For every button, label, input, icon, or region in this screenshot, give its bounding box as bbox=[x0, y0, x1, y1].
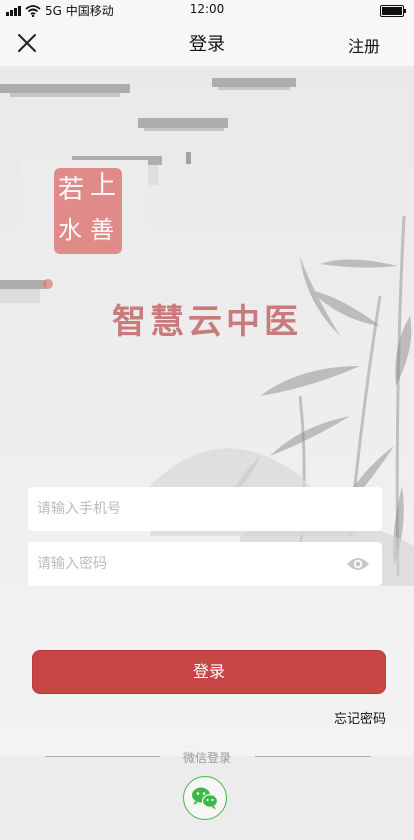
phone-field[interactable] bbox=[28, 487, 382, 531]
wechat-login-section: 微信登录 bbox=[0, 751, 414, 840]
wechat-login-label: 微信登录 bbox=[182, 751, 231, 765]
battery-icon bbox=[380, 5, 406, 17]
status-bar: 5G 中国移动 12:00 bbox=[0, 0, 414, 20]
logo-seal: 若 上 水 善 bbox=[20, 160, 148, 260]
svg-text:善: 善 bbox=[90, 216, 114, 244]
svg-text:若: 若 bbox=[58, 175, 84, 205]
svg-text:上: 上 bbox=[90, 171, 116, 201]
eye-icon[interactable] bbox=[346, 555, 370, 573]
svg-text:水: 水 bbox=[58, 216, 82, 244]
wechat-icon bbox=[192, 787, 219, 810]
password-input[interactable] bbox=[28, 542, 337, 586]
login-button[interactable]: 登录 bbox=[32, 650, 386, 694]
status-time: 12:00 bbox=[189, 2, 225, 16]
wechat-login-button[interactable] bbox=[183, 776, 227, 820]
app-title: 智慧云中医 bbox=[112, 302, 302, 342]
password-field[interactable] bbox=[28, 542, 382, 586]
nav-bar: 登录 注册 bbox=[0, 20, 414, 66]
phone-input[interactable] bbox=[28, 487, 337, 531]
register-button[interactable]: 注册 bbox=[348, 33, 380, 57]
forgot-password-link[interactable]: 忘记密码 bbox=[334, 708, 386, 727]
